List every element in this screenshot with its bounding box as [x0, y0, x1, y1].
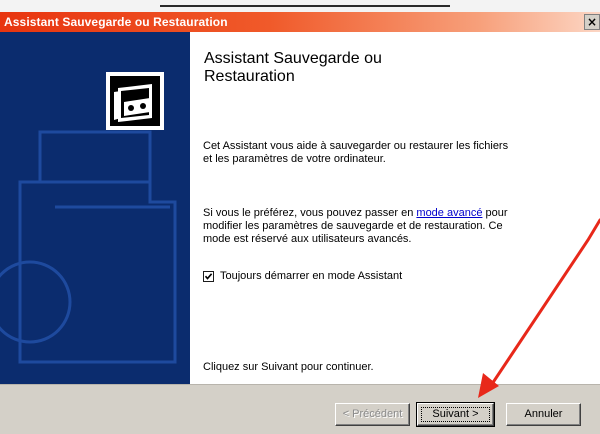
- assistant-mode-checkbox[interactable]: [203, 270, 214, 282]
- checkmark-icon: [204, 272, 213, 280]
- advanced-mode-link[interactable]: mode avancé: [416, 207, 482, 219]
- intro-line-2: et les paramètres de votre ordinateur.: [203, 153, 386, 165]
- wizard-content: Assistant Sauvegarde ou Restauration Cet…: [190, 32, 600, 384]
- advanced-line-3: mode est réservé aux utilisateurs avancé…: [203, 233, 412, 245]
- heading-line-1: Assistant Sauvegarde ou: [204, 50, 382, 67]
- wizard-sidebar: [0, 32, 190, 384]
- sidebar-background-art: [0, 72, 177, 364]
- continue-instruction: Cliquez sur Suivant pour continuer.: [203, 361, 374, 373]
- intro-text: Cet Assistant vous aide à sauvegarder ou…: [203, 140, 563, 166]
- focus-rectangle: [421, 407, 490, 422]
- advanced-text-after: pour: [482, 207, 508, 219]
- title-bar[interactable]: Assistant Sauvegarde ou Restauration ×: [0, 12, 600, 32]
- heading-line-2: Restauration: [204, 68, 295, 85]
- previous-button[interactable]: < Précédent: [335, 403, 410, 426]
- intro-line-1: Cet Assistant vous aide à sauvegarder ou…: [203, 140, 509, 152]
- advanced-mode-text: Si vous le préférez, vous pouvez passer …: [203, 207, 563, 246]
- next-button[interactable]: Suivant >: [416, 402, 495, 427]
- page-heading: Assistant Sauvegarde ou Restauration: [204, 50, 584, 86]
- cancel-button[interactable]: Annuler: [506, 403, 581, 426]
- assistant-mode-label[interactable]: Toujours démarrer en mode Assistant: [220, 270, 402, 282]
- top-strip-line: [160, 5, 450, 7]
- advanced-line-2: modifier les paramètres de sauvegarde et…: [203, 220, 503, 232]
- close-button[interactable]: ×: [584, 14, 600, 30]
- button-bar: < Précédent Suivant > Annuler: [0, 384, 600, 434]
- wizard-window: Assistant Sauvegarde ou Restauration × A…: [0, 12, 600, 434]
- window-title: Assistant Sauvegarde ou Restauration: [4, 15, 228, 29]
- assistant-mode-option[interactable]: Toujours démarrer en mode Assistant: [203, 269, 402, 283]
- advanced-line-1: Si vous le préférez, vous pouvez passer …: [203, 207, 563, 220]
- backup-tape-icon: [106, 72, 164, 130]
- advanced-text-before: Si vous le préférez, vous pouvez passer …: [203, 207, 417, 219]
- top-strip: [0, 0, 600, 12]
